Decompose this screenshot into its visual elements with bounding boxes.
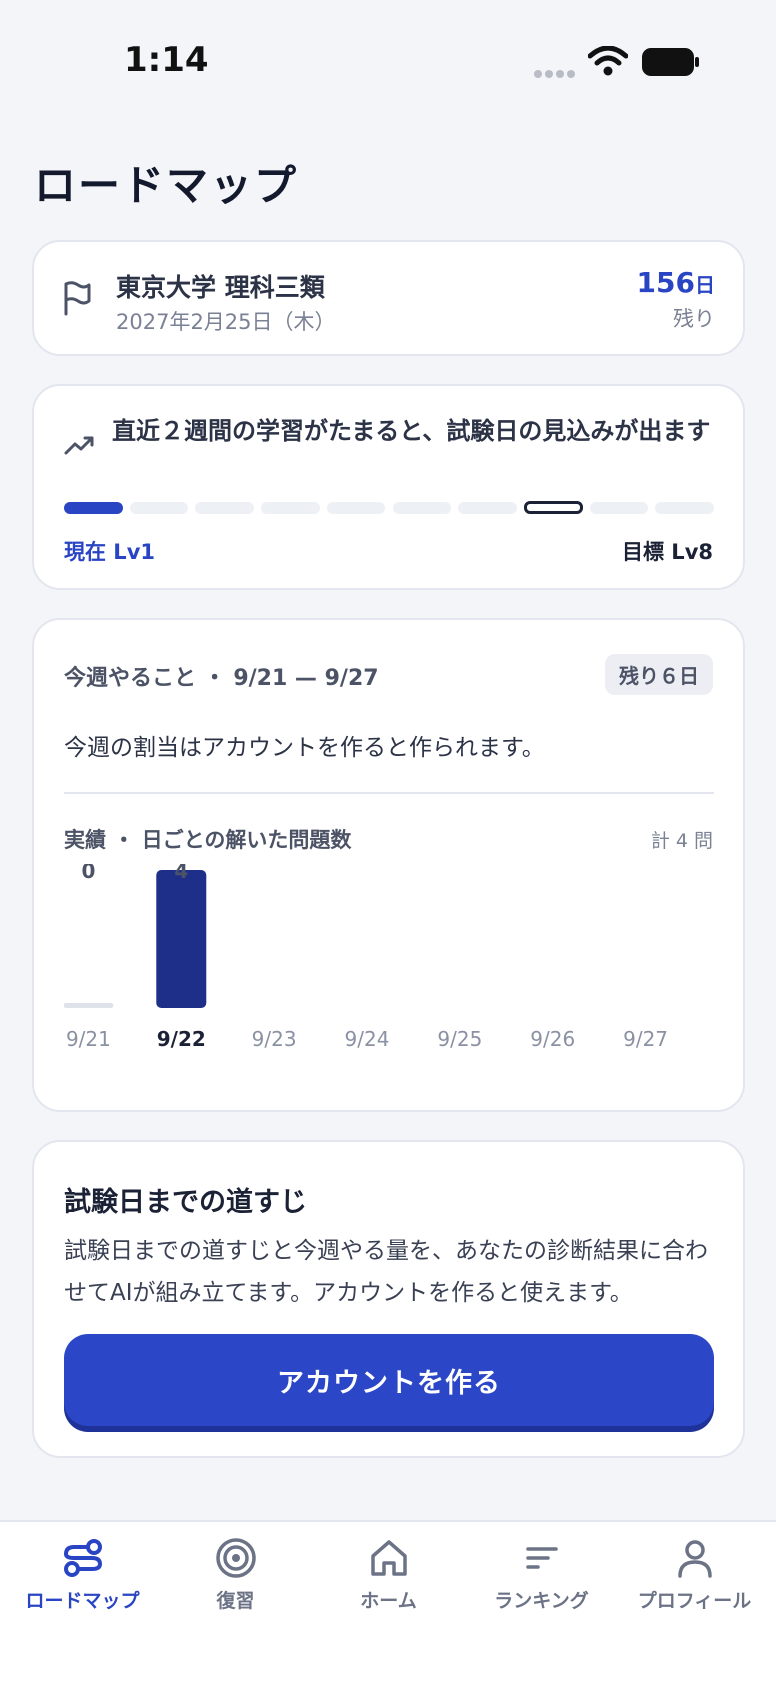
results-header: 実績 ・ 日ごとの解いた問題数 xyxy=(64,828,352,852)
status-time: 1:14 xyxy=(124,40,209,80)
level-segment xyxy=(261,502,320,514)
progress-message: 直近２週間の学習がたまると、試験日の見込みが出ます xyxy=(112,417,711,445)
x-tick-label: 9/22 xyxy=(157,1027,206,1051)
level-segment xyxy=(129,502,189,514)
days-remaining: 156日 残り xyxy=(637,266,715,333)
chart-bar xyxy=(156,870,207,1008)
battery-icon xyxy=(642,48,699,76)
data-label: 0 xyxy=(81,864,95,883)
create-account-button[interactable]: アカウントを作る xyxy=(64,1334,714,1426)
data-label: 4 xyxy=(174,864,188,883)
level-progress-bar xyxy=(64,501,714,516)
ranking-icon xyxy=(525,1547,558,1569)
x-tick-label: 9/26 xyxy=(530,1027,575,1051)
tab-label: ホーム xyxy=(360,1590,417,1612)
level-segment xyxy=(589,502,649,514)
results-total: 計 4 問 xyxy=(650,830,713,852)
x-tick-label: 9/25 xyxy=(437,1027,482,1051)
flag-icon xyxy=(64,281,91,316)
tab-roadmap[interactable]: ロードマップ xyxy=(5,1536,160,1613)
days-unit: 日 xyxy=(695,273,715,297)
tab-ranking[interactable]: ランキング xyxy=(464,1536,619,1613)
tab-label: 復習 xyxy=(216,1590,255,1612)
page-title: ロードマップ xyxy=(34,161,299,210)
progress-card: 直近２週間の学習がたまると、試験日の見込みが出ます 現在 Lv1 目標 Lv8 xyxy=(32,384,745,590)
x-tick-label: 9/23 xyxy=(252,1027,297,1051)
roadmap-title: 試験日までの道すじ xyxy=(64,1187,307,1218)
days-remaining-number: 156 xyxy=(636,266,695,299)
weekly-tasks-card: 今週やること ・ 9/21 — 9/27 残り６日 今週の割当はアカウントを作る… xyxy=(32,618,745,1112)
week-header: 今週やること ・ 9/21 — 9/27 xyxy=(64,666,379,691)
home-icon xyxy=(370,1540,407,1576)
cellular-signal-icon xyxy=(534,70,575,78)
level-segment xyxy=(64,502,123,514)
trending-up-icon xyxy=(64,436,94,455)
level-segment xyxy=(326,502,386,514)
chart-bar xyxy=(64,1003,114,1008)
profile-icon xyxy=(677,1540,712,1578)
weekly-assignment-message: 今週の割当はアカウントを作ると作られます。 xyxy=(64,735,545,761)
exam-date: 2027年2月25日（木） xyxy=(116,310,336,334)
goal-card[interactable]: 東京大学 理科三類 2027年2月25日（木） 156日 残り xyxy=(32,240,745,356)
level-segment xyxy=(392,502,452,514)
tab-label: プロフィール xyxy=(637,1590,752,1612)
wifi-icon xyxy=(588,46,628,76)
days-remaining-label: 残り xyxy=(673,307,715,331)
tab-home[interactable]: ホーム xyxy=(311,1536,466,1613)
x-tick-label: 9/21 xyxy=(66,1027,111,1051)
goal-school-name: 東京大学 理科三類 xyxy=(116,273,325,302)
level-segment xyxy=(458,502,517,514)
roadmap-promo-card: 試験日までの道すじ 試験日までの道すじと今週やる量を、あなたの診断結果に合わせて… xyxy=(32,1140,745,1458)
tab-profile[interactable]: プロフィール xyxy=(617,1536,772,1613)
level-segment xyxy=(523,501,583,514)
target-icon xyxy=(215,1538,256,1578)
bottom-tab-bar: ロードマップ 復習 ホーム ランキング プロフィール xyxy=(0,1520,776,1688)
x-tick-label: 9/27 xyxy=(623,1027,668,1051)
daily-problems-chart: 0 9/21 4 9/22 9/23 9/24 9/25 9/26 9/27 xyxy=(64,864,668,1051)
days-left-badge: 残り６日 xyxy=(605,654,713,695)
tab-review[interactable]: 復習 xyxy=(158,1536,313,1613)
status-bar: 1:14 xyxy=(0,0,776,130)
tab-label: ランキング xyxy=(494,1590,589,1612)
route-icon xyxy=(63,1539,102,1577)
target-level: 目標 Lv8 xyxy=(622,540,713,564)
tab-label: ロードマップ xyxy=(25,1590,140,1612)
roadmap-description: 試験日までの道すじと今週やる量を、あなたの診断結果に合わせてAIが組み立てます。… xyxy=(64,1238,708,1306)
current-level: 現在 Lv1 xyxy=(64,540,155,564)
x-tick-label: 9/24 xyxy=(345,1027,390,1051)
level-segment xyxy=(195,502,255,514)
divider xyxy=(64,792,714,794)
level-segment xyxy=(655,502,714,514)
